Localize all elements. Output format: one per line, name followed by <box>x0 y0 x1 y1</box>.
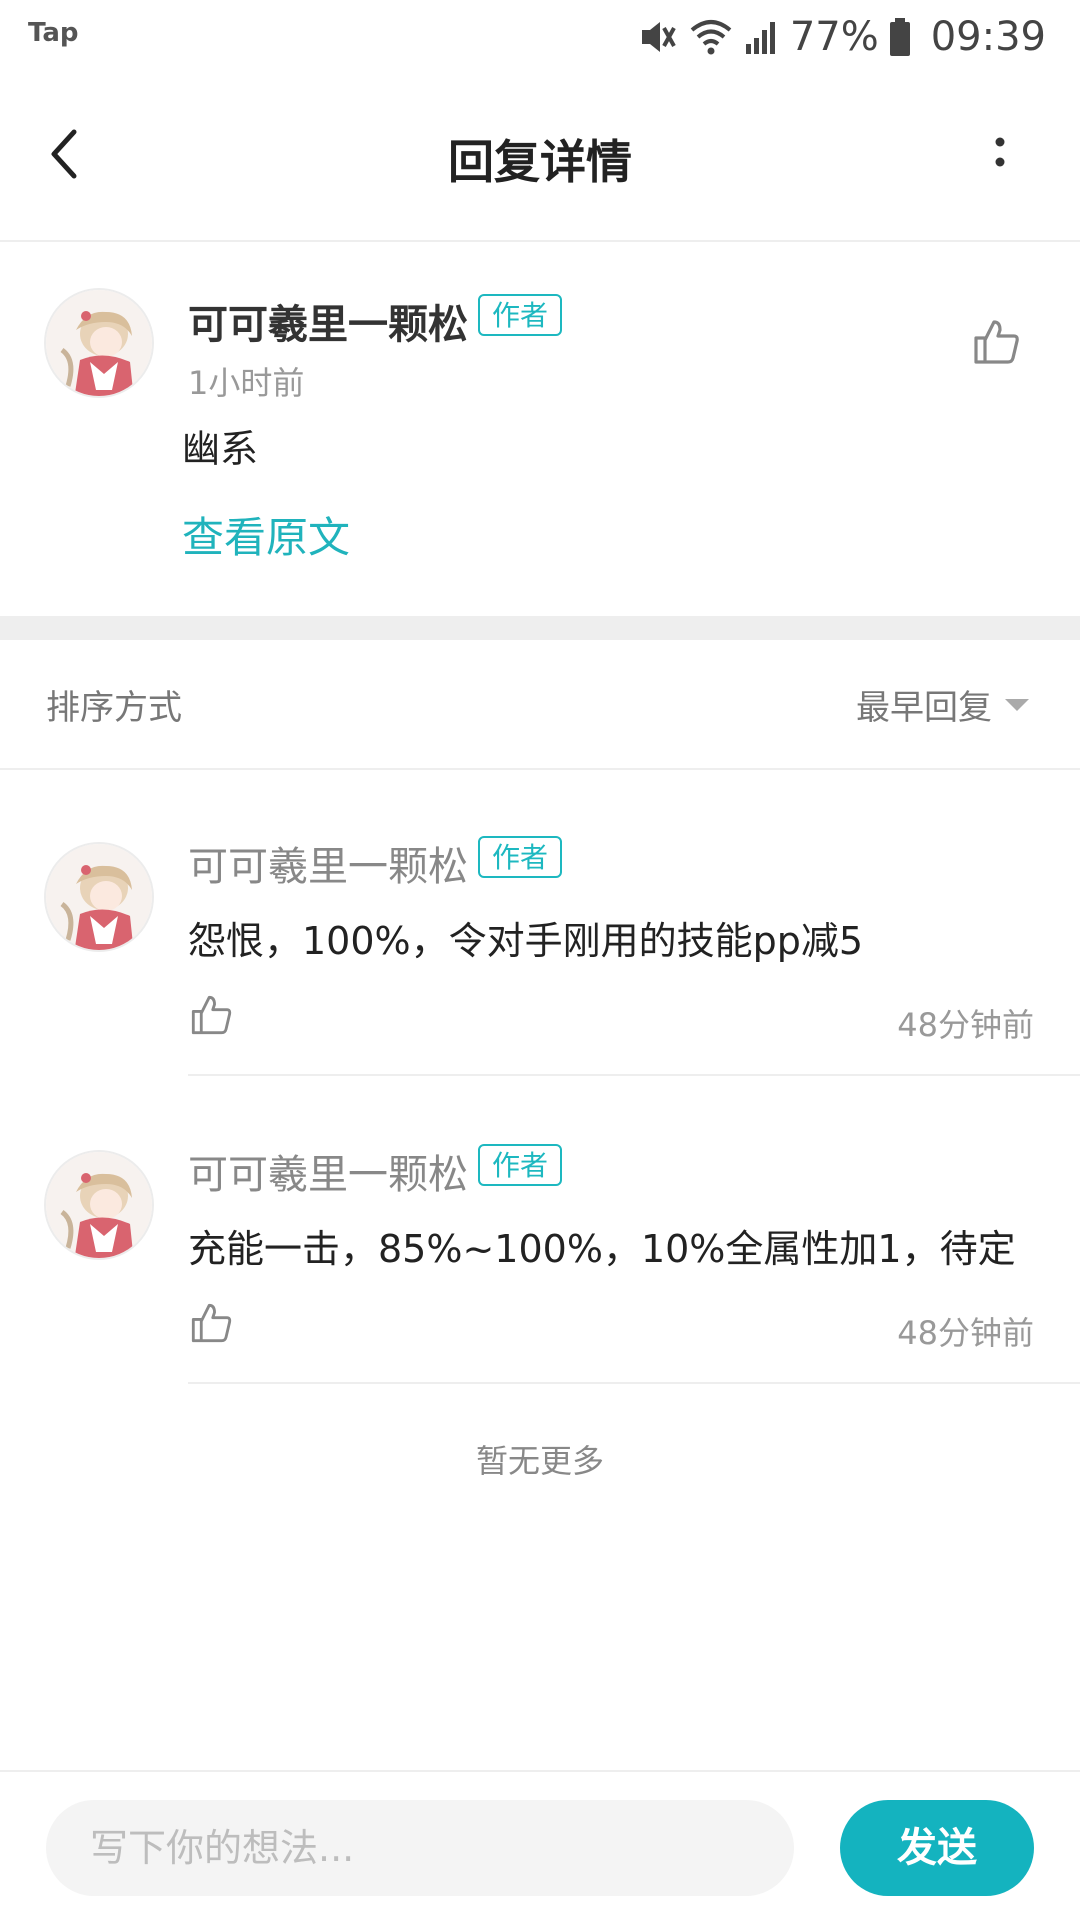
wifi-icon <box>690 20 732 55</box>
sort-dropdown[interactable]: 最早回复 <box>856 680 1030 729</box>
reply-time: 48分钟前 <box>897 1006 1034 1044</box>
no-more-text: 暂无更多 <box>475 1442 604 1480</box>
caret-down-icon <box>1005 698 1029 711</box>
battery-icon <box>889 18 910 56</box>
more-options-button[interactable] <box>980 122 1020 182</box>
comment-input[interactable] <box>46 1800 794 1896</box>
section-divider <box>0 616 1080 640</box>
status-app-label: Tap <box>28 18 79 48</box>
signal-icon <box>745 22 775 54</box>
avatar[interactable] <box>44 1150 154 1260</box>
like-button[interactable] <box>970 316 1022 368</box>
header-bar: 回复详情 <box>0 74 1080 242</box>
battery-percent: 77% <box>789 14 879 60</box>
reply-divider <box>188 1074 1080 1076</box>
reply-author-name[interactable]: 可可羲里一颗松 <box>188 1142 468 1200</box>
post-time: 1小时前 <box>188 364 305 402</box>
status-icons: 77% 09:39 <box>636 10 1046 64</box>
sort-value: 最早回复 <box>856 688 992 728</box>
status-bar: Tap 77% 09:39 <box>0 0 1080 74</box>
avatar[interactable] <box>44 288 154 398</box>
sort-row: 排序方式 最早回复 <box>0 640 1080 770</box>
reply-text: 充能一击，85%~100%，10%全属性加1，待定 <box>188 1227 1016 1271</box>
reply-like-button[interactable] <box>188 1300 234 1346</box>
avatar-image <box>46 844 152 950</box>
reply-author-name[interactable]: 可可羲里一颗松 <box>188 834 468 892</box>
reply-like-button[interactable] <box>188 992 234 1038</box>
avatar[interactable] <box>44 842 154 952</box>
more-vertical-icon <box>995 137 1005 167</box>
bottom-comment-bar: 发送 <box>0 1770 1080 1922</box>
reply-time: 48分钟前 <box>897 1314 1034 1352</box>
author-name[interactable]: 可可羲里一颗松 <box>188 292 468 350</box>
reply-divider <box>188 1382 1080 1384</box>
avatar-image <box>46 290 152 396</box>
view-original-link[interactable]: 查看原文 <box>182 504 350 565</box>
send-button[interactable]: 发送 <box>840 1800 1034 1896</box>
page-title: 回复详情 <box>448 135 632 189</box>
post-content: 幽系 <box>182 427 259 471</box>
status-time: 09:39 <box>930 14 1046 60</box>
sort-label: 排序方式 <box>46 688 182 728</box>
thumbs-up-icon <box>191 1303 232 1343</box>
avatar-image <box>46 1152 152 1258</box>
thumbs-up-icon <box>974 320 1019 364</box>
author-badge: 作者 <box>478 836 563 878</box>
mute-icon <box>641 22 676 52</box>
thumbs-up-icon <box>191 995 232 1035</box>
author-badge: 作者 <box>478 1144 563 1186</box>
reply-text: 怨恨，100%，令对手刚用的技能pp减5 <box>188 919 864 963</box>
author-badge: 作者 <box>478 294 563 336</box>
